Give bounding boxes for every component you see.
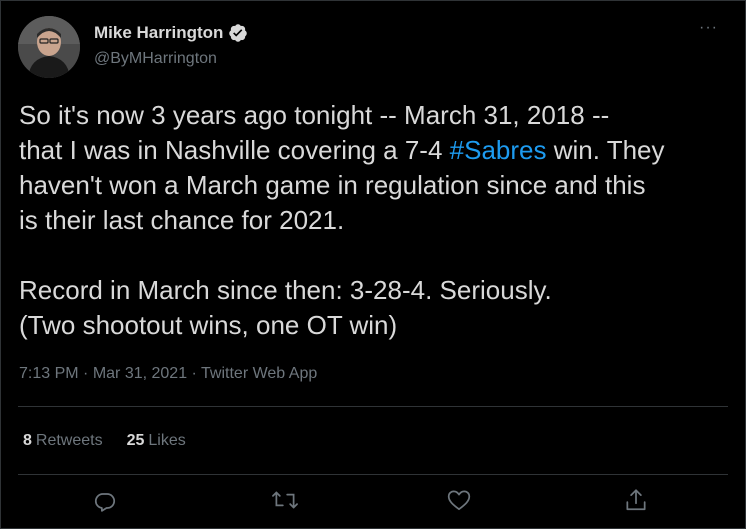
retweets-stat[interactable]: 8 Retweets (23, 432, 103, 450)
author-name-text[interactable]: Mike Harrington (94, 23, 223, 43)
likes-label: Likes (148, 432, 186, 449)
retweets-label: Retweets (35, 432, 103, 449)
tweet-actions (1, 487, 745, 517)
tweet-line: Record in March since then: 3-28-4. Seri… (19, 275, 552, 305)
tweet-source[interactable]: Twitter Web App (201, 365, 317, 382)
more-options-icon[interactable]: ··· (699, 19, 719, 39)
likes-count: 25 (126, 432, 145, 449)
tweet-line: (Two shootout wins, one OT win) (19, 310, 398, 340)
tweet-line: that I was in Nashville covering a 7-4 (19, 135, 450, 165)
verified-badge-icon (228, 23, 248, 43)
author-handle[interactable]: @ByMHarrington (94, 50, 217, 68)
tweet-meta: 7:13 PM · Mar 31, 2021 · Twitter Web App (19, 365, 317, 383)
reply-icon[interactable] (92, 487, 122, 517)
hashtag-link[interactable]: #Sabres (450, 135, 547, 165)
likes-stat[interactable]: 25 Likes (127, 432, 186, 450)
divider (18, 474, 728, 475)
tweet-line: haven't won a March game in regulation s… (19, 170, 646, 200)
like-icon[interactable] (446, 487, 476, 517)
meta-separator: · (187, 365, 202, 382)
tweet-stats: 8 Retweets 25 Likes (23, 432, 186, 450)
tweet-line: win. They (546, 135, 665, 165)
meta-separator: · (78, 365, 93, 382)
avatar[interactable] (18, 16, 80, 78)
retweets-count: 8 (23, 432, 32, 449)
retweet-icon[interactable] (271, 487, 301, 517)
person-avatar-icon (18, 16, 80, 78)
tweet-date[interactable]: Mar 31, 2021 (93, 365, 187, 382)
divider (18, 406, 728, 407)
tweet-time[interactable]: 7:13 PM (19, 365, 79, 382)
author-name[interactable]: Mike Harrington (94, 23, 248, 43)
tweet-body: So it's now 3 years ago tonight -- March… (19, 98, 729, 343)
share-icon[interactable] (623, 487, 653, 517)
tweet-line: So it's now 3 years ago tonight -- March… (19, 100, 610, 130)
tweet-card: Mike Harrington @ByMHarrington ··· So it… (0, 0, 746, 529)
tweet-line: is their last chance for 2021. (19, 205, 345, 235)
